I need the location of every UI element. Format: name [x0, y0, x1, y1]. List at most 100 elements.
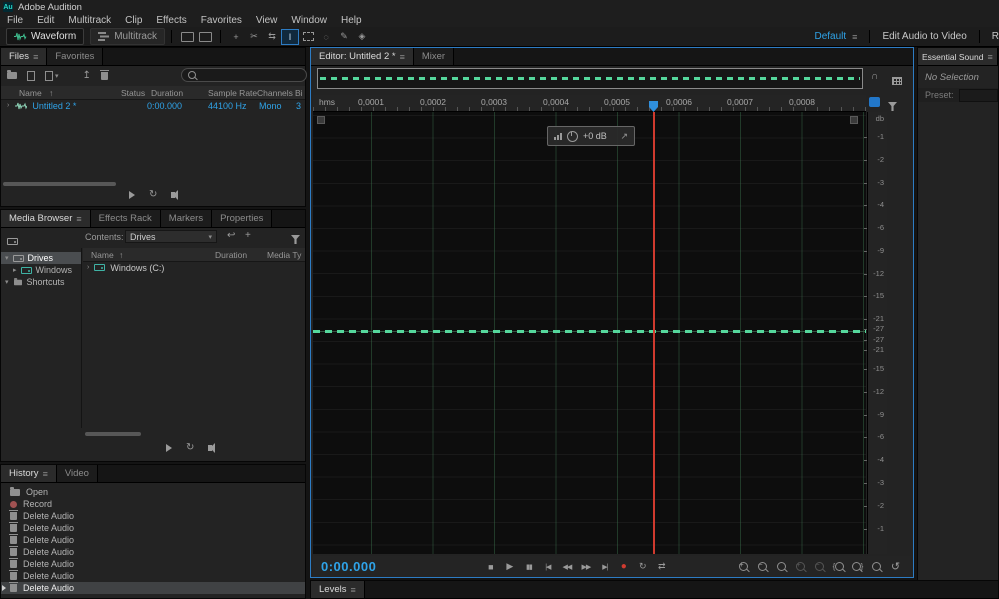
- back-icon[interactable]: ↩: [227, 230, 235, 241]
- tree-item-shortcuts[interactable]: ▾ Shortcuts: [1, 276, 81, 288]
- media-horizontal-scrollbar[interactable]: [85, 432, 141, 436]
- panel-menu-icon[interactable]: ≡: [33, 52, 38, 62]
- tab-favorites[interactable]: Favorites: [47, 48, 104, 65]
- multitrack-view-button[interactable]: Multitrack: [90, 28, 165, 45]
- col-name[interactable]: Name: [91, 250, 114, 260]
- tab-history[interactable]: History ≡: [1, 465, 57, 482]
- zoom-in-amplitude-button[interactable]: +: [791, 560, 810, 574]
- preview-loop-icon[interactable]: ↻: [149, 190, 157, 200]
- pause-button[interactable]: ▮▮: [519, 560, 538, 574]
- timeline-ruler[interactable]: hms 0,0001 0,0002 0,0003 0,0004 0,0005 0…: [313, 95, 866, 112]
- preview-loop-icon[interactable]: ↻: [186, 443, 194, 453]
- chevron-down-icon[interactable]: ▾: [5, 254, 9, 262]
- razor-tool-icon[interactable]: ✂: [245, 29, 263, 45]
- expand-icon[interactable]: ›: [7, 102, 9, 109]
- insert-into-multitrack-icon[interactable]: ↥: [83, 70, 91, 81]
- files-horizontal-scrollbar[interactable]: [3, 182, 116, 186]
- import-file-icon[interactable]: [27, 70, 35, 81]
- contents-select[interactable]: Drives ▾: [125, 230, 217, 243]
- skip-to-start-button[interactable]: |◀: [538, 560, 557, 574]
- workspace-selector[interactable]: Default: [814, 31, 846, 42]
- tab-effects-rack[interactable]: Effects Rack: [90, 210, 161, 227]
- preview-autoplay-icon[interactable]: [208, 443, 216, 453]
- history-item-delete-audio[interactable]: Delete Audio: [1, 534, 305, 546]
- zoom-out-amplitude-button[interactable]: −: [810, 560, 829, 574]
- fast-forward-button[interactable]: ▶▶: [576, 560, 595, 574]
- history-item-delete-audio[interactable]: Delete Audio: [1, 558, 305, 570]
- delete-file-icon[interactable]: [99, 69, 109, 80]
- menu-effects[interactable]: Effects: [149, 15, 193, 26]
- add-shortcut-icon[interactable]: +: [245, 230, 251, 241]
- new-file-button[interactable]: ▾: [45, 70, 59, 81]
- waveform-overview[interactable]: [317, 68, 863, 89]
- history-item-open[interactable]: Open: [1, 486, 305, 498]
- filter-icon[interactable]: [888, 98, 897, 116]
- skip-selection-button[interactable]: ⇄: [652, 560, 671, 574]
- chevron-down-icon[interactable]: ▾: [5, 278, 9, 286]
- editor-display-icon[interactable]: [178, 29, 196, 45]
- menu-multitrack[interactable]: Multitrack: [61, 15, 118, 26]
- tab-mixer[interactable]: Mixer: [413, 48, 455, 65]
- zoom-to-selection-button[interactable]: [772, 560, 791, 574]
- time-display[interactable]: 0:00.000: [321, 559, 376, 574]
- zoom-in-time-button[interactable]: +: [734, 560, 753, 574]
- slip-tool-icon[interactable]: ⇆: [263, 29, 281, 45]
- hud-pin-icon[interactable]: ↗: [620, 131, 628, 142]
- loop-playback-button[interactable]: ↻: [633, 560, 652, 574]
- skip-to-end-button[interactable]: ▶|: [595, 560, 614, 574]
- tree-item-drives[interactable]: ▾ Drives: [1, 252, 81, 264]
- reset-zoom-button[interactable]: ↺: [886, 560, 905, 574]
- menu-help[interactable]: Help: [334, 15, 369, 26]
- tab-levels[interactable]: Levels ≡: [311, 581, 365, 598]
- history-item-record[interactable]: Record: [1, 498, 305, 510]
- panel-menu-icon[interactable]: ≡: [43, 469, 48, 479]
- panel-menu-icon[interactable]: ≡: [400, 52, 405, 62]
- lasso-selection-tool-icon[interactable]: ◌: [317, 29, 335, 45]
- chevron-right-icon[interactable]: ▸: [13, 266, 17, 274]
- channel-toggle-right-icon[interactable]: [850, 116, 858, 124]
- panel-menu-icon[interactable]: ≡: [76, 214, 81, 224]
- menu-view[interactable]: View: [249, 15, 285, 26]
- paintbrush-selection-tool-icon[interactable]: ✎: [335, 29, 353, 45]
- move-tool-icon[interactable]: +: [227, 29, 245, 45]
- scale-options-icon[interactable]: [869, 97, 880, 107]
- preview-autoplay-icon[interactable]: [171, 190, 179, 200]
- media-row-windows-c[interactable]: › Windows (C:): [83, 261, 305, 274]
- tree-item-windows[interactable]: ▸ Windows: [1, 264, 81, 276]
- search-input[interactable]: [181, 68, 307, 82]
- menu-clip[interactable]: Clip: [118, 15, 149, 26]
- zoom-full-button[interactable]: [867, 560, 886, 574]
- preview-play-icon[interactable]: [129, 191, 135, 199]
- snap-magnet-icon[interactable]: ∩: [871, 72, 878, 82]
- col-bit-depth[interactable]: Bi: [295, 88, 303, 98]
- col-channels[interactable]: Channels: [257, 88, 293, 98]
- waveform-canvas[interactable]: +0 dB ↗: [313, 112, 866, 554]
- col-media-type[interactable]: Media Ty: [267, 250, 301, 260]
- panel-menu-icon[interactable]: ≡: [350, 585, 355, 595]
- col-sample-rate[interactable]: Sample Rate: [208, 88, 257, 98]
- tab-media-browser[interactable]: Media Browser ≡: [1, 210, 91, 227]
- preview-play-icon[interactable]: [166, 444, 172, 452]
- menu-window[interactable]: Window: [284, 15, 334, 26]
- channel-toggle-left-icon[interactable]: [317, 116, 325, 124]
- tab-editor[interactable]: Editor: Untitled 2 * ≡: [311, 48, 414, 65]
- rewind-button[interactable]: ◀◀: [557, 560, 576, 574]
- expand-icon[interactable]: ›: [87, 264, 89, 271]
- spot-healing-brush-tool-icon[interactable]: ◈: [353, 29, 371, 45]
- marquee-selection-tool-icon[interactable]: [299, 29, 317, 45]
- col-duration[interactable]: Duration: [151, 88, 183, 98]
- panel-menu-icon[interactable]: ≡: [987, 52, 992, 62]
- file-row[interactable]: › Untitled 2 * 0:00.000 44100 Hz Mono 3: [1, 99, 305, 112]
- history-item-delete-audio-current[interactable]: Delete Audio: [1, 582, 305, 594]
- tab-essential-sound[interactable]: Essential Sound ≡: [918, 48, 998, 65]
- record-button[interactable]: ●: [614, 560, 633, 574]
- time-selection-tool-icon[interactable]: I: [281, 28, 299, 45]
- col-duration[interactable]: Duration: [215, 250, 247, 260]
- tab-markers[interactable]: Markers: [160, 210, 213, 227]
- tab-files[interactable]: Files ≡: [1, 48, 48, 65]
- playhead-line[interactable]: [653, 112, 655, 554]
- history-item-delete-audio[interactable]: Delete Audio: [1, 510, 305, 522]
- col-name[interactable]: Name: [19, 88, 42, 98]
- open-file-icon[interactable]: [7, 70, 17, 79]
- menu-file[interactable]: File: [0, 15, 30, 26]
